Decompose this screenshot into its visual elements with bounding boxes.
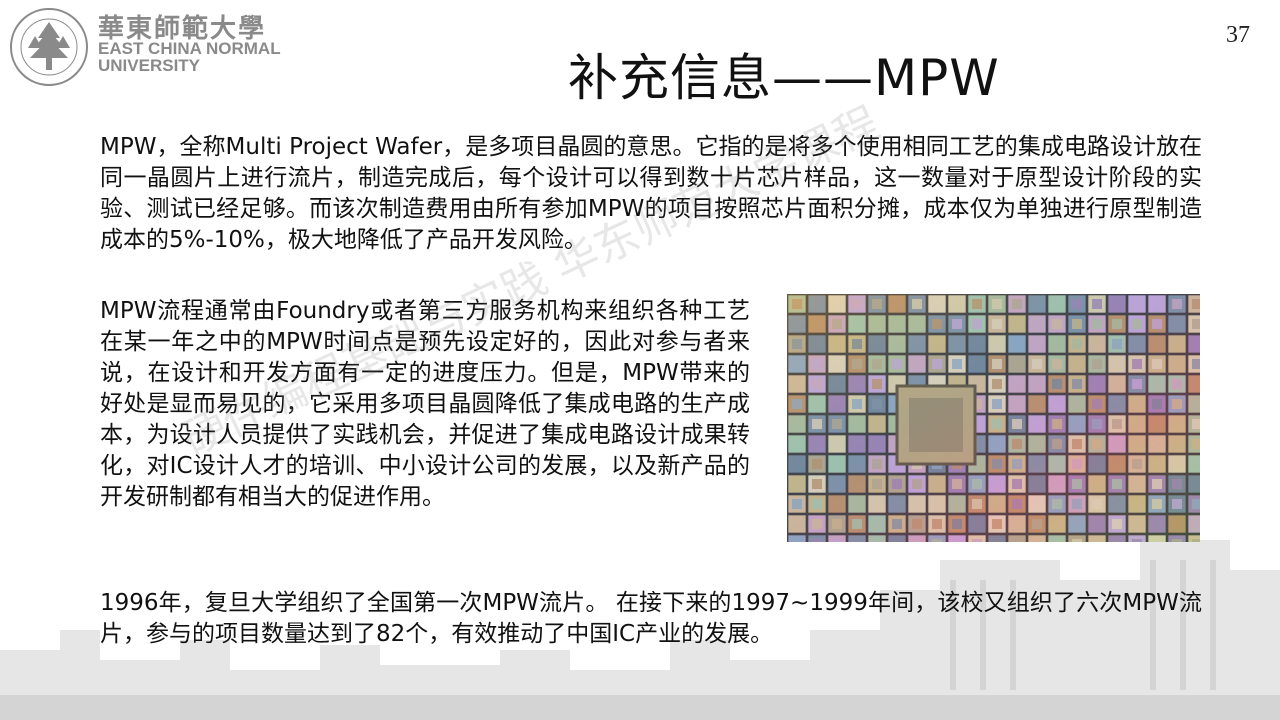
university-seal-icon [10,8,88,86]
mpw-wafer-image [787,294,1200,542]
university-name-english: EAST CHINA NORMAL UNIVERSITY [98,40,318,74]
paragraph-mpw-history: 1996年，复旦大学组织了全国第一次MPW流片。 在接下来的1997~1999年… [100,590,1202,647]
university-name-english-line2: UNIVERSITY [98,56,201,75]
university-name-english-line1: EAST CHINA NORMAL [98,39,281,58]
slide-title: 补充信息——MPW [568,49,1000,107]
page-number: 37 [1226,22,1250,48]
